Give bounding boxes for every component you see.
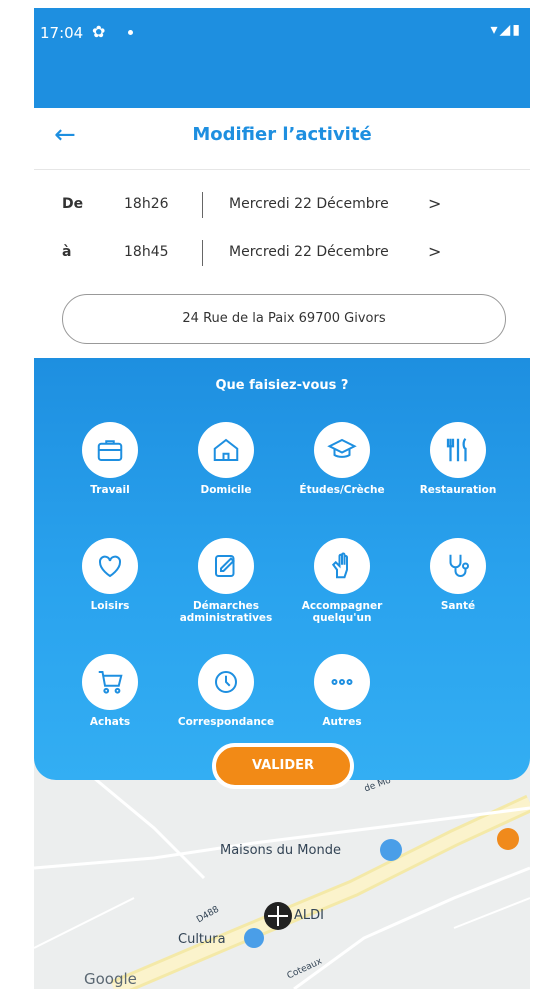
- activity-option-achats[interactable]: Achats: [55, 654, 165, 728]
- activity-panel: Que faisiez-vous ? Travail Domicile Étud…: [34, 358, 530, 780]
- time-divider: [202, 240, 203, 266]
- home-icon: [198, 422, 254, 478]
- activity-label: Travail: [90, 484, 130, 496]
- activity-option-loisirs[interactable]: Loisirs: [55, 538, 165, 612]
- time-range-section: De 18h26 Mercredi 22 Décembre > à 18h45 …: [34, 170, 530, 360]
- page-title: Modifier l’activité: [192, 124, 372, 145]
- activity-label: Études/Crèche: [299, 484, 385, 496]
- chevron-right-icon[interactable]: >: [428, 242, 441, 261]
- time-to-date[interactable]: Mercredi 22 Décembre: [229, 244, 389, 260]
- cart-icon: [82, 654, 138, 710]
- time-row-from[interactable]: De 18h26 Mercredi 22 Décembre >: [34, 188, 530, 224]
- activity-label: Correspondance: [177, 716, 275, 728]
- activity-label: Autres: [322, 716, 362, 728]
- time-to-hour[interactable]: 18h45: [124, 244, 169, 260]
- map-label-aldi: ALDI: [294, 908, 324, 923]
- clock-icon: [198, 654, 254, 710]
- signal-battery-icon: ▾◢▮: [490, 22, 522, 38]
- place-pin-cultura: [244, 928, 264, 948]
- settings-gear-icon: ✿: [92, 22, 106, 41]
- activity-option-autres[interactable]: Autres: [287, 654, 397, 728]
- address-field[interactable]: 24 Rue de la Paix 69700 Givors: [62, 294, 506, 344]
- left-margin: [0, 0, 34, 989]
- validate-button[interactable]: VALIDER: [212, 743, 354, 789]
- chevron-right-icon[interactable]: >: [428, 194, 441, 213]
- activity-option-correspondance[interactable]: Correspondance: [171, 654, 281, 728]
- time-from-label: De: [62, 196, 84, 212]
- activity-label: Domicile: [200, 484, 252, 496]
- app-screen: 17:04 ✿ ▾◢▮ ← Modifier l’activité De 18h…: [34, 8, 530, 989]
- poi-pin-orange: [497, 828, 519, 850]
- edit-document-icon: [198, 538, 254, 594]
- place-pin-maisons: [380, 839, 402, 861]
- activity-label: Accompagner quelqu'un: [301, 600, 383, 624]
- status-bar: 17:04 ✿ ▾◢▮: [34, 8, 530, 108]
- activity-option-demarches[interactable]: Démarches administratives: [171, 538, 281, 624]
- activity-label: Démarches administratives: [179, 600, 273, 624]
- activity-label: Restauration: [419, 484, 497, 496]
- briefcase-icon: [82, 422, 138, 478]
- graduation-cap-icon: [314, 422, 370, 478]
- activity-option-sante[interactable]: Santé: [403, 538, 513, 612]
- time-row-to[interactable]: à 18h45 Mercredi 22 Décembre >: [34, 236, 530, 272]
- app-header: ← Modifier l’activité: [34, 108, 530, 170]
- notification-dot-icon: [128, 30, 133, 35]
- map-attribution: Google: [84, 970, 137, 988]
- stethoscope-icon: [430, 538, 486, 594]
- activity-option-accompagner[interactable]: Accompagner quelqu'un: [287, 538, 397, 624]
- activity-option-domicile[interactable]: Domicile: [171, 422, 281, 496]
- time-divider: [202, 192, 203, 218]
- activity-option-travail[interactable]: Travail: [55, 422, 165, 496]
- activity-option-restauration[interactable]: Restauration: [403, 422, 513, 496]
- time-from-date[interactable]: Mercredi 22 Décembre: [229, 196, 389, 212]
- status-time: 17:04: [40, 24, 84, 42]
- time-from-hour[interactable]: 18h26: [124, 196, 169, 212]
- time-to-label: à: [62, 244, 72, 260]
- right-margin: [530, 0, 539, 989]
- activity-label: Santé: [440, 600, 476, 612]
- activity-question: Que faisiez-vous ?: [215, 378, 349, 393]
- activity-label: Loisirs: [90, 600, 130, 612]
- heart-icon: [82, 538, 138, 594]
- activity-label: Achats: [89, 716, 131, 728]
- map-label-cultura: Cultura: [178, 932, 226, 947]
- map-label-maisons: Maisons du Monde: [220, 843, 341, 858]
- helping-hand-icon: [314, 538, 370, 594]
- utensils-icon: [430, 422, 486, 478]
- more-dots-icon: [314, 654, 370, 710]
- activity-option-etudes[interactable]: Études/Crèche: [287, 422, 397, 496]
